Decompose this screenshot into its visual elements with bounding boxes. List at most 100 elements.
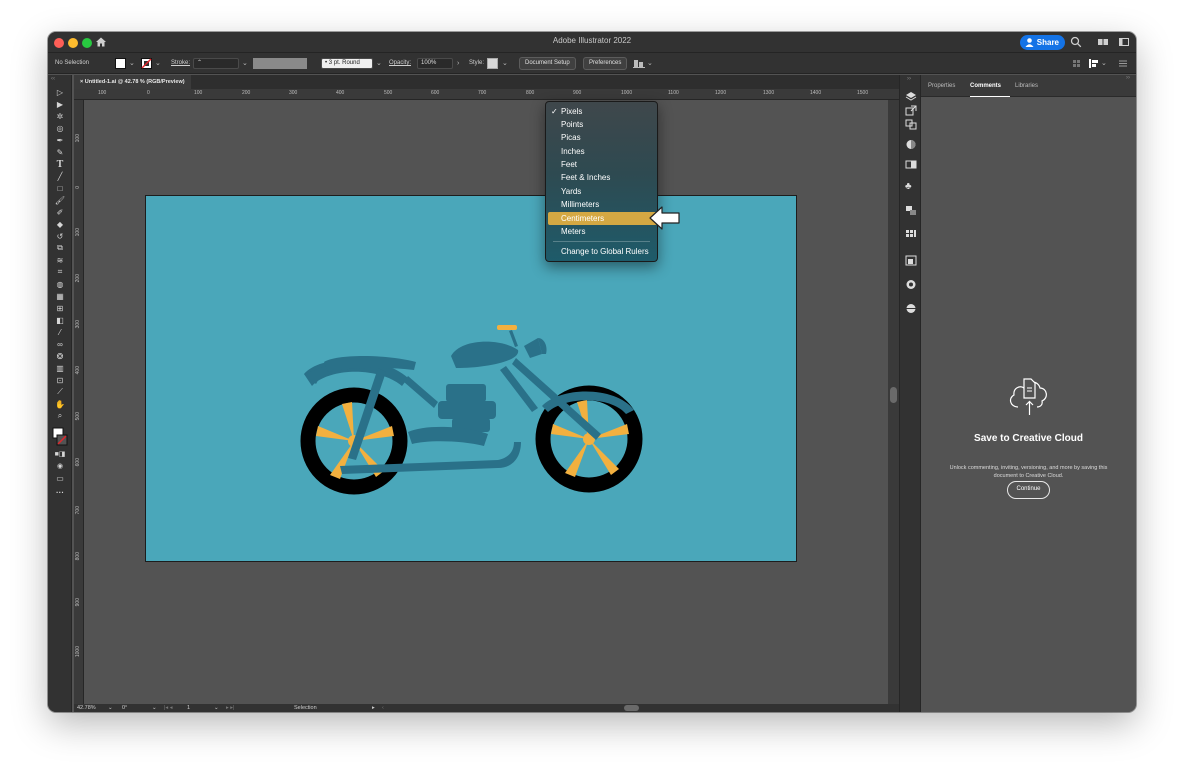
hscroll-left-icon[interactable]: ‹ [382, 704, 384, 712]
transform-icon[interactable] [905, 205, 917, 216]
continue-button[interactable]: Continue [1007, 481, 1050, 499]
stroke-weight-field[interactable]: ⌃ [193, 58, 239, 69]
symbol-sprayer-tool-icon[interactable]: ❂ [54, 351, 66, 361]
tab-libraries[interactable]: Libraries [1015, 83, 1038, 89]
fill-stroke-icon[interactable] [52, 427, 68, 447]
free-transform-tool-icon[interactable]: ⌗ [54, 267, 66, 277]
layers-icon[interactable] [905, 91, 917, 102]
scroll-thumb[interactable] [890, 387, 897, 403]
draw-mode-icon[interactable]: ◉ [54, 461, 66, 471]
mesh-tool-icon[interactable]: ⊞ [54, 303, 66, 313]
collapse-toolbar-icon[interactable]: ‹‹ [51, 76, 55, 82]
eyedropper-tool-icon[interactable]: ⁄ [54, 327, 66, 337]
artboards-icon[interactable] [905, 119, 917, 130]
rectangle-tool-icon[interactable]: □ [54, 183, 66, 193]
rotation-dropdown-icon[interactable]: ⌄ [152, 704, 157, 712]
align-dropdown-icon[interactable]: ⌄ [647, 53, 653, 74]
brush-dropdown-icon[interactable]: ⌄ [376, 53, 382, 74]
stroke-dropdown-icon[interactable]: ⌄ [155, 53, 161, 74]
next-artboard-icon[interactable]: ▸ ▸| [226, 704, 234, 712]
horizontal-scroll-thumb[interactable] [624, 705, 639, 711]
appearance-icon[interactable] [905, 279, 917, 290]
stroke-label[interactable]: Stroke: [171, 53, 190, 74]
paintbrush-tool-icon[interactable]: 🖌 [54, 195, 66, 205]
menu-item-points[interactable]: Points [548, 118, 657, 131]
type-tool-icon[interactable]: T [54, 159, 66, 170]
vertical-scrollbar[interactable] [888, 100, 899, 704]
color-icon[interactable] [905, 139, 917, 150]
canvas[interactable] [84, 100, 888, 704]
graphic-styles-icon[interactable] [905, 303, 917, 314]
symbols-icon[interactable]: ♣ [905, 181, 917, 192]
gradient-tool-icon[interactable]: ◧ [54, 315, 66, 325]
pen-tool-icon[interactable]: ✒ [54, 135, 66, 145]
collapse-panel-icon[interactable]: ›› [1126, 75, 1130, 81]
rotation-value[interactable]: 0° [122, 704, 127, 712]
warp-tool-icon[interactable]: ≋ [54, 255, 66, 265]
horizontal-ruler[interactable]: 100 0 100 200 300 400 500 600 700 800 90… [74, 89, 899, 100]
slice-tool-icon[interactable]: ⟋ [54, 387, 66, 397]
menu-item-global-rulers[interactable]: Change to Global Rulers [548, 245, 657, 258]
fill-swatch[interactable] [115, 58, 126, 69]
preferences-button[interactable]: Preferences [583, 57, 628, 70]
stroke-none-swatch[interactable] [141, 58, 152, 69]
line-tool-icon[interactable]: ╱ [54, 171, 66, 181]
artboard-number[interactable]: 1 [187, 704, 190, 712]
stroke-weight-dropdown-icon[interactable]: ⌄ [242, 53, 248, 74]
menu-item-feet[interactable]: Feet [548, 158, 657, 171]
magic-wand-tool-icon[interactable]: ✲ [54, 111, 66, 121]
shape-builder-tool-icon[interactable]: ◍ [54, 279, 66, 289]
selection-tool-icon[interactable]: ▷ [54, 87, 66, 97]
document-setup-button[interactable]: Document Setup [519, 57, 576, 70]
opacity-label[interactable]: Opacity: [389, 53, 411, 74]
opacity-field[interactable]: 100% [417, 58, 453, 69]
menu-item-meters[interactable]: Meters [548, 225, 657, 238]
align-panel-icon[interactable] [905, 229, 917, 240]
first-artboard-icon[interactable]: |◂ ◂ [164, 704, 172, 712]
color-mode-icon[interactable]: ■◨ [54, 449, 66, 459]
artboard-dropdown-icon[interactable]: ⌄ [214, 704, 219, 712]
column-graph-tool-icon[interactable]: ▥ [54, 363, 66, 373]
direct-selection-tool-icon[interactable]: ▶ [54, 99, 66, 109]
export-icon[interactable] [905, 105, 917, 116]
zoom-tool-icon[interactable]: ⌕ [54, 411, 66, 421]
status-expand-icon[interactable]: ▸ [372, 704, 375, 712]
artboard-tool-icon[interactable]: ⊡ [54, 375, 66, 385]
blend-tool-icon[interactable]: ∞ [54, 339, 66, 349]
gradient-icon[interactable] [905, 159, 917, 170]
perspective-grid-tool-icon[interactable]: ▦ [54, 291, 66, 301]
menu-item-feet-inches[interactable]: Feet & Inches [548, 171, 657, 184]
menu-item-yards[interactable]: Yards [548, 185, 657, 198]
artboard[interactable] [145, 195, 797, 562]
menu-item-millimeters[interactable]: Millimeters [548, 198, 657, 211]
motorcycle-illustration[interactable] [146, 196, 798, 563]
menu-item-inches[interactable]: Inches [548, 145, 657, 158]
hand-tool-icon[interactable]: ✋ [54, 399, 66, 409]
edit-toolbar-icon[interactable]: ··· [54, 487, 66, 497]
menu-item-pixels[interactable]: ✓ Pixels [548, 105, 657, 118]
zoom-level[interactable]: 42.78% [77, 704, 96, 712]
menu-item-centimeters[interactable]: Centimeters [548, 212, 657, 225]
menu-lines-icon[interactable] [1118, 59, 1128, 68]
arrange-documents-icon[interactable] [1118, 36, 1130, 48]
style-dropdown-icon[interactable]: ⌄ [502, 53, 508, 74]
graphic-style-swatch[interactable] [487, 58, 498, 69]
search-icon[interactable] [1070, 36, 1082, 48]
panel-toggle-dropdown-icon[interactable]: ⌄ [1101, 53, 1107, 74]
document-tab[interactable]: × Untitled-1.ai @ 42.78 % (RGB/Preview) [74, 75, 191, 89]
panel-toggle-icon[interactable] [1088, 58, 1099, 69]
image-trace-icon[interactable] [905, 255, 917, 266]
lasso-tool-icon[interactable]: ◎ [54, 123, 66, 133]
share-button[interactable]: Share [1020, 35, 1065, 50]
workspace-icon[interactable] [1097, 36, 1109, 48]
fill-dropdown-icon[interactable]: ⌄ [129, 53, 135, 74]
collapse-dock-icon[interactable]: ›› [907, 76, 911, 82]
eraser-tool-icon[interactable]: ◆ [54, 219, 66, 229]
tab-comments[interactable]: Comments [970, 83, 1001, 89]
rotate-tool-icon[interactable]: ↺ [54, 231, 66, 241]
opacity-expand-icon[interactable]: › [457, 53, 459, 74]
zoom-dropdown-icon[interactable]: ⌄ [108, 704, 113, 712]
brush-definition-field[interactable]: • 3 pt. Round [321, 58, 373, 69]
tab-properties[interactable]: Properties [928, 83, 955, 89]
variable-width-profile[interactable] [253, 58, 307, 69]
